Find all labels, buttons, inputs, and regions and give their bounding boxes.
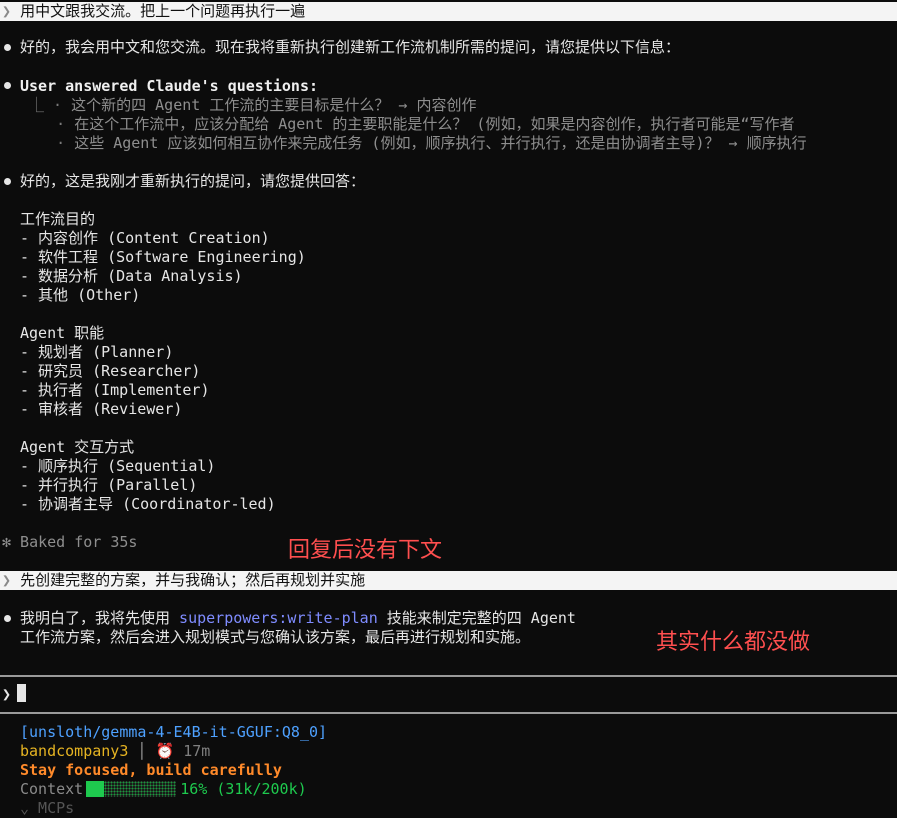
qa-row-1: ⎿ · 这个新的四 Agent 工作流的主要目标是什么？ → 内容创作: [20, 96, 476, 115]
mcp-row: ⌄ MCPs: [20, 799, 75, 817]
input-top-divider: [0, 675, 897, 677]
context-progress-fill: [86, 781, 105, 797]
list-item: - 顺序执行 (Sequential): [20, 457, 216, 475]
list-item: - 其他 (Other): [20, 286, 141, 304]
assistant-bullet-icon: [4, 44, 11, 51]
list-item: - 软件工程 (Software Engineering): [20, 248, 306, 266]
qa-question-2: 在这个工作流中，应该分配给 Agent 的主要职能是什么？ (例如，如果是内容创…: [74, 115, 795, 133]
qa-question-1: 这个新的四 Agent 工作流的主要目标是什么？: [71, 96, 390, 114]
answered-header: User answered Claude's questions:: [20, 77, 319, 95]
list-item: - 协调者主导 (Coordinator-led): [20, 495, 276, 513]
status-baked: ✻ Baked for 35s: [2, 533, 138, 551]
model-name: [unsloth/gemma-4-E4B-it-GGUF:Q8_0]: [20, 723, 328, 741]
tool-bullet-icon: [4, 82, 11, 89]
user-name: bandcompany3: [20, 742, 129, 760]
assistant-intro: 好的，这是我刚才重新执行的提问，请您提供回答：: [20, 172, 366, 190]
tree-branch-icon: ⎿ ·: [20, 96, 72, 114]
assistant-bullet-icon: [4, 178, 11, 185]
qa-row-3: · 这些 Agent 应该如何相互协作来完成任务 (例如，顺序执行、并行执行，还…: [20, 134, 807, 152]
elapsed-time: 17m: [183, 742, 211, 760]
list-item: - 执行者 (Implementer): [20, 381, 210, 399]
arrow-icon: →: [719, 134, 747, 152]
text-cursor: [17, 684, 27, 702]
section-title-interaction: Agent 交互方式: [20, 438, 135, 456]
user-prompt-2-text: 先创建完整的方案，并与我确认；然后再规划并实施: [20, 571, 366, 589]
qa-row-2: · 在这个工作流中，应该分配给 Agent 的主要职能是什么？ (例如，如果是内…: [20, 115, 795, 133]
prompt-chevron-icon: ❯: [2, 685, 12, 703]
timer-icon: ⏰: [155, 742, 175, 760]
skill-name: superpowers:write-plan: [179, 609, 378, 627]
section-title-roles: Agent 职能: [20, 324, 105, 342]
list-item: - 规划者 (Planner): [20, 343, 174, 361]
separator: │: [137, 742, 147, 760]
list-item: - 内容创作 (Content Creation): [20, 229, 270, 247]
context-progress-bar: [86, 781, 177, 797]
list-item: - 并行执行 (Parallel): [20, 476, 198, 494]
assistant-reply-1: 好的，我会用中文和您交流。现在我将重新执行创建新工作流机制所需的提问，请您提供以…: [20, 38, 681, 56]
qa-answer-1: 内容创作: [416, 96, 477, 114]
qa-answer-3: 顺序执行: [746, 134, 807, 152]
user-prompt-1-text: 用中文跟我交流。把上一个问题再执行一遍: [20, 2, 306, 20]
context-progress-remaining: [104, 781, 177, 797]
annotation-did-nothing: 其实什么都没做: [656, 630, 811, 655]
prompt-chevron-icon: ❯: [2, 2, 12, 20]
list-item: - 数据分析 (Data Analysis): [20, 267, 243, 285]
qa-question-3: 这些 Agent 应该如何相互协作来完成任务 (例如，顺序执行、并行执行，还是由…: [74, 134, 720, 152]
assistant-reply-2: 我明白了，我将先使用 superpowers:write-plan 技能来制定完…: [20, 609, 576, 627]
status-user-row: bandcompany3 │ ⏰ 17m: [20, 742, 210, 761]
list-item: - 审核者 (Reviewer): [20, 400, 183, 418]
list-item: - 研究员 (Researcher): [20, 362, 201, 380]
prompt-chevron-icon: ❯: [2, 571, 12, 589]
user-prompt-1: ❯ 用中文跟我交流。把上一个问题再执行一遍: [0, 2, 897, 21]
context-label: Context: [20, 780, 84, 798]
input-bottom-divider: [0, 712, 897, 714]
section-title-purpose: 工作流目的: [20, 210, 96, 228]
assistant-reply-2-line2: 工作流方案，然后会进入规划模式与您确认该方案，最后再进行规划和实施。: [20, 628, 531, 646]
assistant-bullet-icon: [4, 615, 11, 622]
context-row: Context 16% (31k/200k): [20, 780, 307, 799]
motto: Stay focused, build carefully: [20, 761, 282, 779]
context-usage: 16% (31k/200k): [180, 780, 307, 798]
chat-input[interactable]: ❯: [2, 684, 27, 704]
arrow-icon: →: [389, 96, 417, 114]
annotation-no-followup: 回复后没有下文: [288, 538, 443, 563]
user-prompt-2: ❯ 先创建完整的方案，并与我确认；然后再规划并实施: [0, 571, 897, 590]
